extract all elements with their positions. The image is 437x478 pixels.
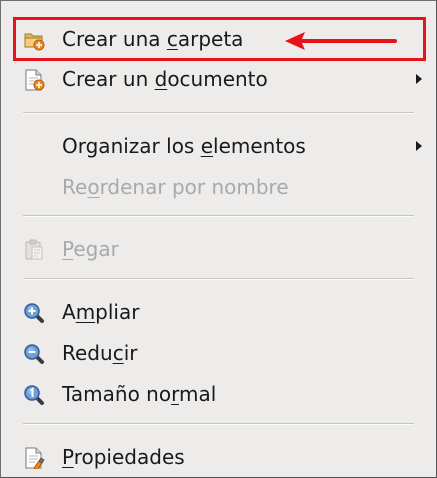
menu-item-label: Crear un documento	[62, 67, 268, 91]
accelerator-letter: m	[75, 300, 96, 324]
accelerator-letter: e	[200, 134, 214, 158]
zoom-in-icon	[24, 303, 44, 323]
menu-item-create-document[interactable]: Crear un documento	[1, 59, 436, 99]
menu-item-zoom-normal[interactable]: Tamaño normal	[1, 374, 436, 414]
submenu-arrow-icon	[416, 141, 422, 151]
menu-separator	[23, 278, 414, 280]
menu-item-label: Propiedades	[62, 445, 185, 469]
menu-item-label: Organizar los elementos	[62, 134, 306, 158]
paste-icon	[25, 239, 43, 260]
properties-icon	[25, 447, 45, 469]
menu-item-label: Tamaño normal	[62, 382, 217, 406]
menu-item-label: Reducir	[62, 341, 138, 365]
menu-item-label: Pegar	[62, 237, 119, 261]
zoom-out-icon	[24, 344, 44, 364]
accelerator-letter: c	[112, 341, 124, 365]
accelerator-letter: r	[171, 382, 179, 406]
menu-item-arrange-items[interactable]: Organizar los elementos	[1, 126, 436, 166]
menu-item-label: Ampliar	[62, 300, 140, 324]
submenu-arrow-icon	[416, 74, 422, 84]
zoom-normal-icon	[24, 385, 44, 405]
menu-item-properties[interactable]: Propiedades	[1, 437, 436, 477]
new-document-icon	[25, 69, 45, 91]
accelerator-letter: P	[62, 445, 74, 469]
accelerator-letter: o	[87, 175, 100, 199]
accelerator-letter: P	[62, 237, 74, 261]
annotation-arrow-icon	[285, 32, 397, 50]
menu-item-zoom-in[interactable]: Ampliar	[1, 292, 436, 332]
menu-item-paste[interactable]: Pegar	[1, 229, 436, 269]
menu-separator	[23, 215, 414, 217]
menu-item-reorder-by-name[interactable]: Reordenar por nombre	[1, 167, 436, 207]
menu-item-zoom-out[interactable]: Reducir	[1, 333, 436, 373]
menu-item-label: Reordenar por nombre	[62, 175, 289, 199]
context-menu: Crear una carpeta Crear un documento Org…	[0, 0, 437, 478]
menu-separator	[23, 112, 414, 114]
accelerator-letter: d	[154, 67, 168, 91]
menu-separator	[23, 423, 414, 425]
